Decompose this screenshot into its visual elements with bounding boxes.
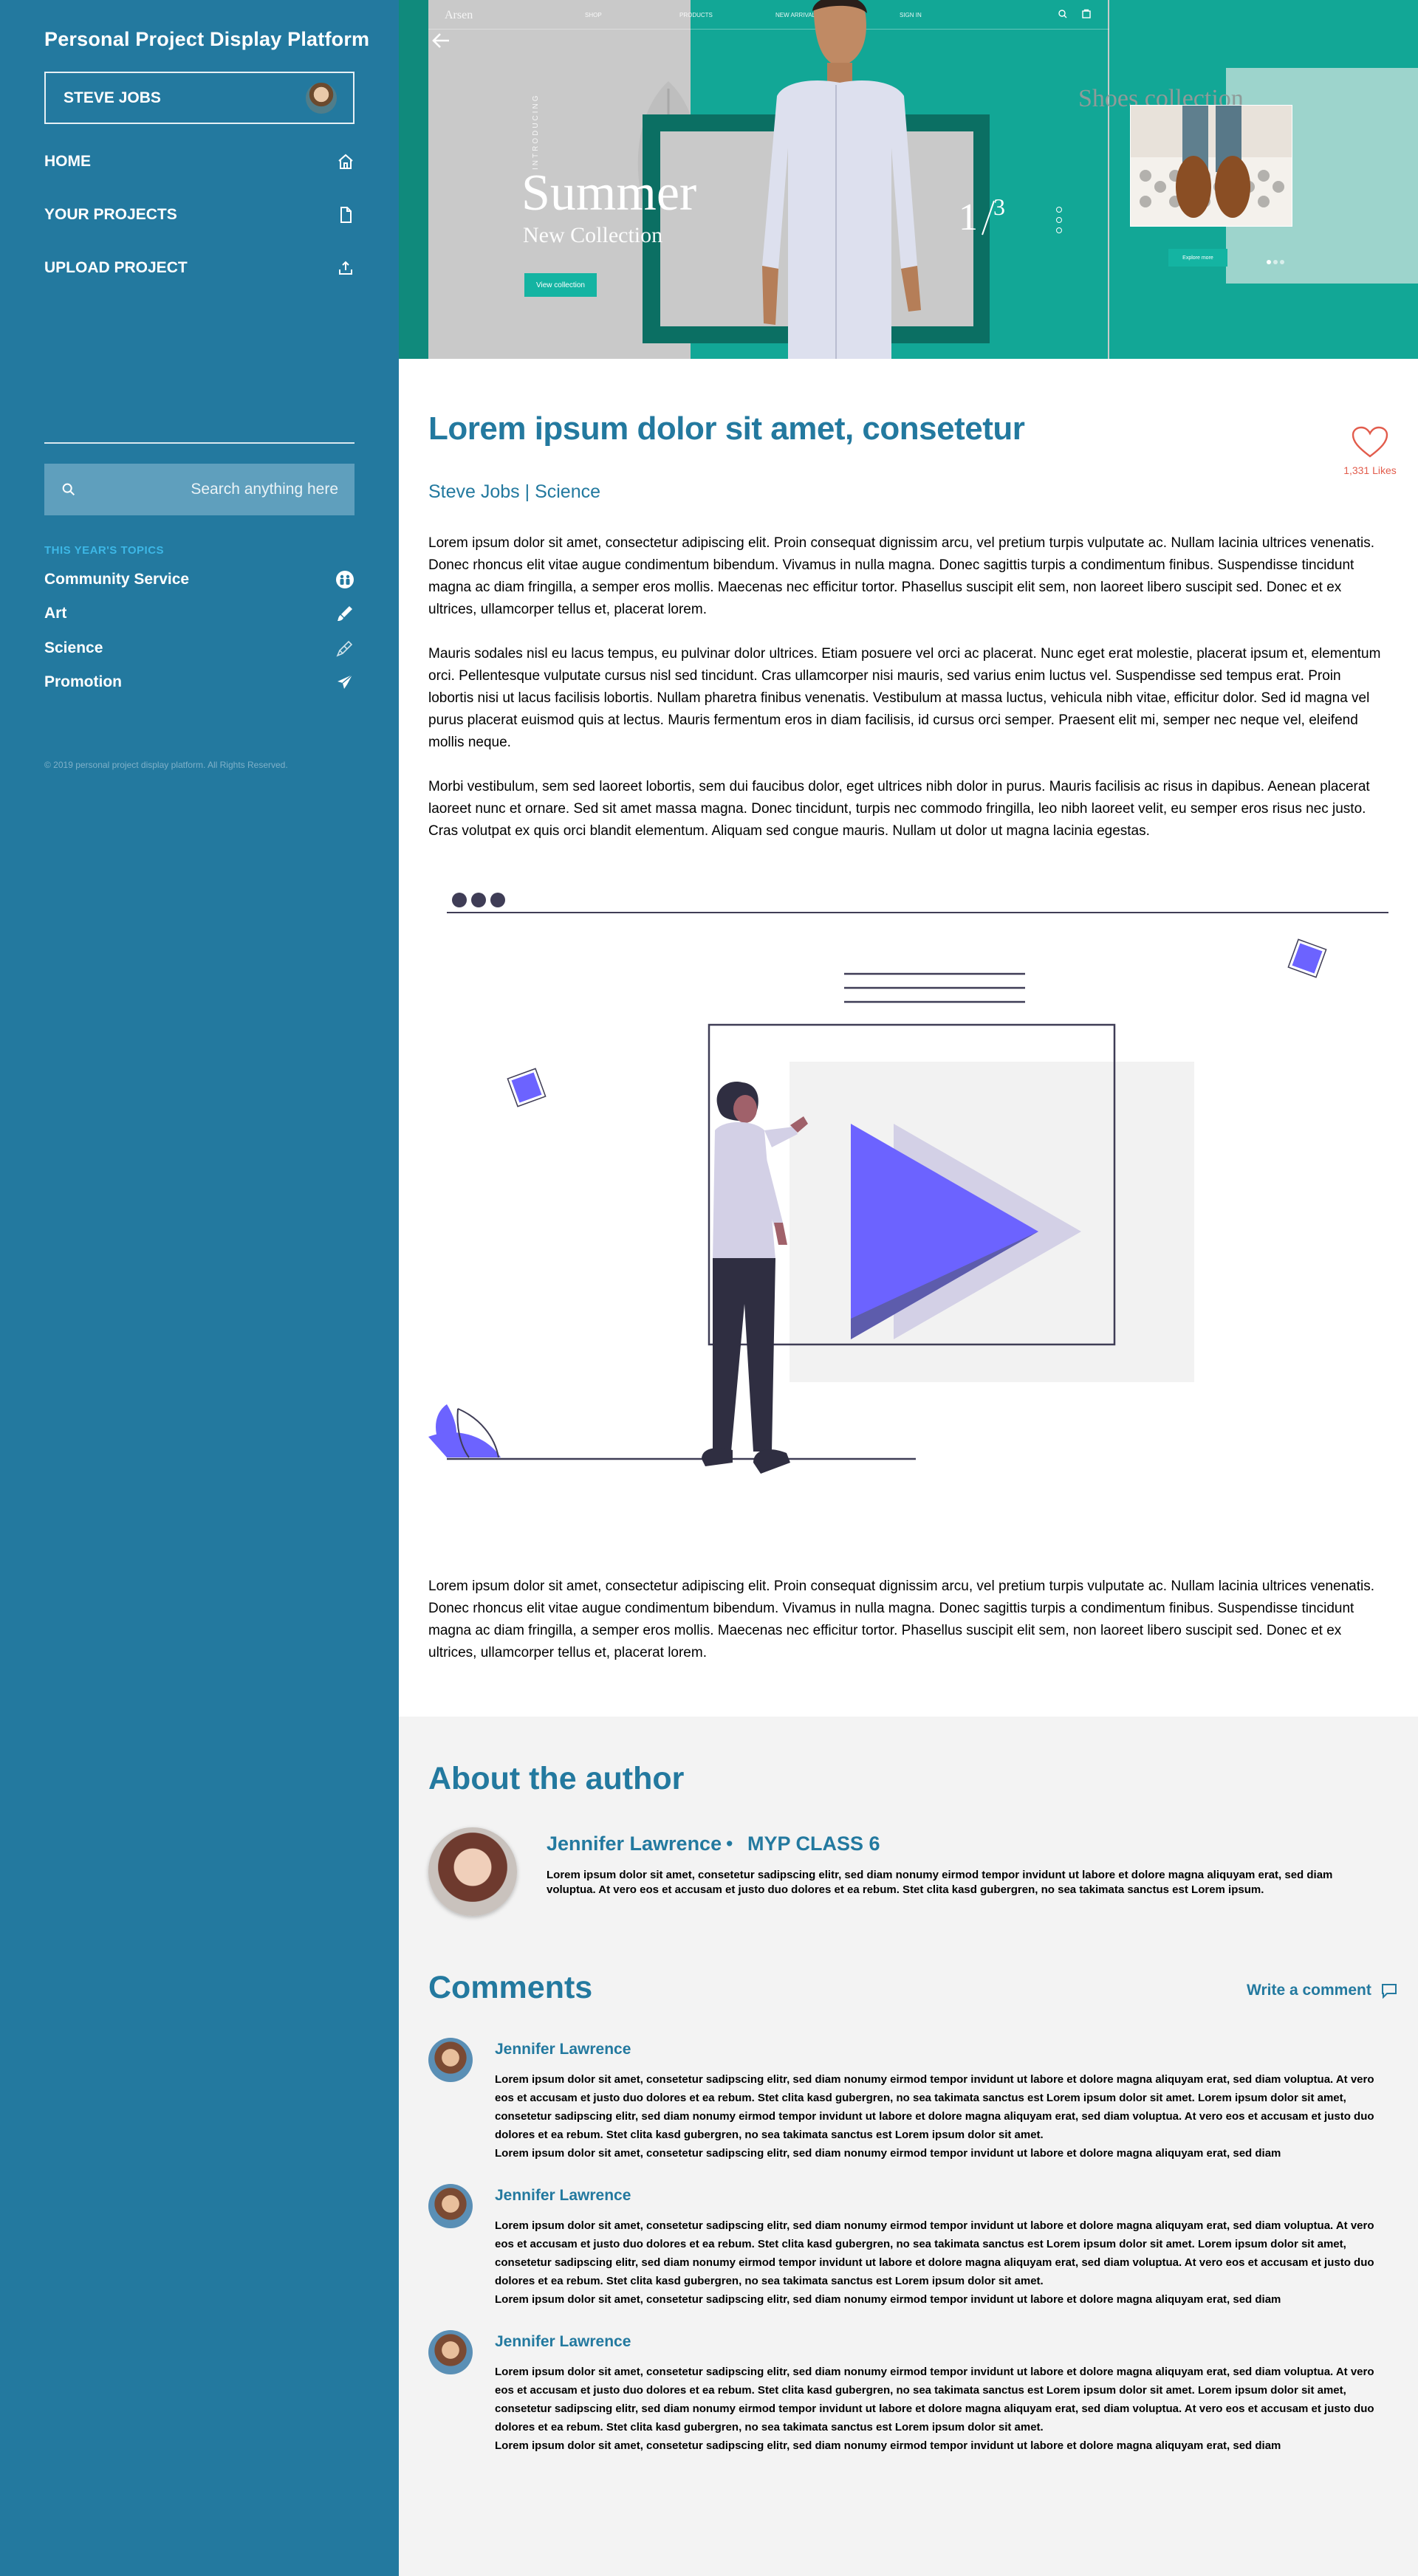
topic-label: Science	[44, 639, 103, 656]
nav-item-home[interactable]: HOME	[44, 150, 354, 174]
likes-count: 1,331 Likes	[1343, 464, 1397, 476]
comment-body-extra: Lorem ipsum dolor sit amet, consetetur s…	[495, 2439, 1281, 2452]
topic-art[interactable]: Art	[44, 602, 354, 625]
nav-item-label: UPLOAD PROJECT	[44, 259, 188, 276]
people-icon	[336, 571, 354, 588]
topics-heading: THIS YEAR'S TOPICS	[44, 544, 165, 557]
file-icon	[340, 207, 352, 223]
shoes-slider-dots	[1267, 255, 1287, 268]
comment-text: Lorem ipsum dolor sit amet, consetetur s…	[495, 2070, 1388, 2163]
article-paragraph: Lorem ipsum dolor sit amet, consectetur …	[428, 1579, 1374, 1660]
user-profile-box[interactable]: STEVE JOBS	[44, 72, 354, 124]
bag-icon	[1082, 9, 1091, 18]
comment-author[interactable]: Jennifer Lawrence	[495, 2041, 631, 2058]
avatar	[428, 2184, 473, 2228]
article-paragraph: Morbi vestibulum, sem sed laoreet lobort…	[428, 779, 1370, 839]
comment-author[interactable]: Jennifer Lawrence	[495, 2187, 631, 2205]
hero-link: SHOP	[585, 12, 602, 18]
back-arrow-icon[interactable]	[430, 30, 452, 52]
comment-body-extra: Lorem ipsum dolor sit amet, consetetur s…	[495, 2147, 1281, 2160]
byline[interactable]: Steve Jobs | Science	[428, 481, 600, 503]
author-class: MYP CLASS 6	[747, 1833, 880, 1855]
presentation-illustration	[428, 893, 1388, 1474]
sidebar: Personal Project Display Platform STEVE …	[0, 0, 399, 2576]
hero-slider-dots	[1056, 207, 1062, 238]
author-bio: Lorem ipsum dolor sit amet, consetetur s…	[547, 1869, 1333, 1896]
article-paragraph: Mauris sodales nisl eu lacus tempus, eu …	[428, 646, 1381, 750]
comment-text: Lorem ipsum dolor sit amet, consetetur s…	[495, 2216, 1388, 2309]
author-avatar	[428, 1827, 517, 1916]
write-comment-label: Write a comment	[1247, 1982, 1371, 1999]
home-icon	[338, 154, 353, 169]
like-button[interactable]: 1,331 Likes	[1333, 425, 1407, 476]
model-photo	[762, 0, 921, 359]
comment-body: Lorem ipsum dolor sit amet, consetetur s…	[495, 2366, 1374, 2434]
paper-plane-icon	[338, 674, 353, 689]
science-icon	[336, 640, 353, 657]
topic-label: Community Service	[44, 571, 190, 588]
hero-link: PRODUCTS	[679, 12, 713, 18]
explore-more-button: Explore more	[1168, 249, 1227, 267]
topic-community-service[interactable]: Community Service	[44, 569, 354, 591]
about-author-heading: About the author	[428, 1761, 685, 1796]
topic-science[interactable]: Science	[44, 637, 354, 659]
upload-icon	[339, 261, 352, 275]
topic-label: Promotion	[44, 673, 122, 690]
paint-icon	[338, 606, 352, 621]
topic-promotion[interactable]: Promotion	[44, 671, 354, 693]
author-separator: •	[726, 1833, 733, 1855]
search-input[interactable]: Search anything here	[44, 464, 354, 515]
article: Lorem ipsum dolor sit amet, consetetur 1…	[399, 359, 1418, 1717]
search-icon	[62, 483, 75, 496]
search-placeholder: Search anything here	[191, 481, 338, 498]
hero-strip	[399, 0, 428, 359]
copyright: © 2019 personal project display platform…	[44, 760, 288, 770]
avatar	[428, 2038, 473, 2082]
hero-subline: New Collection	[523, 223, 663, 247]
nav-item-your-projects[interactable]: YOUR PROJECTS	[44, 203, 354, 227]
article-paragraph: Lorem ipsum dolor sit amet, consectetur …	[428, 535, 1374, 617]
page-title: Lorem ipsum dolor sit amet, consetetur	[428, 411, 1025, 447]
brand-title[interactable]: Personal Project Display Platform	[44, 28, 369, 51]
comment-icon	[1381, 1984, 1397, 1999]
topic-label: Art	[44, 605, 67, 622]
comment-text: Lorem ipsum dolor sit amet, consetetur s…	[495, 2363, 1388, 2455]
comment-author[interactable]: Jennifer Lawrence	[495, 2333, 631, 2351]
shoes-illustration	[1131, 106, 1292, 226]
hero-logo: Arsen	[445, 9, 473, 21]
comment-body: Lorem ipsum dolor sit amet, consetetur s…	[495, 2073, 1374, 2141]
nav-item-label: HOME	[44, 153, 91, 170]
hero-page-total: 3	[993, 193, 1005, 220]
comment-body-extra: Lorem ipsum dolor sit amet, consetetur s…	[495, 2293, 1281, 2306]
author-name[interactable]: Jennifer Lawrence	[547, 1833, 722, 1855]
heart-icon	[1352, 426, 1388, 458]
comment-body: Lorem ipsum dolor sit amet, consetetur s…	[495, 2219, 1374, 2287]
search-icon	[1058, 10, 1067, 18]
user-name: STEVE JOBS	[64, 89, 161, 106]
comment-item: Jennifer Lawrence Lorem ipsum dolor sit …	[428, 2038, 1388, 2171]
nav-item-label: YOUR PROJECTS	[44, 206, 177, 223]
comments-heading: Comments	[428, 1970, 593, 2005]
hero-introducing: INTRODUCING	[532, 93, 540, 170]
hero-headline: Summer	[521, 165, 697, 221]
view-collection-button: View collection	[524, 273, 597, 297]
hero-page-number: 1	[959, 196, 978, 238]
sidebar-divider	[44, 442, 354, 444]
avatar	[306, 82, 337, 114]
comment-item: Jennifer Lawrence Lorem ipsum dolor sit …	[428, 2330, 1388, 2463]
comment-item: Jennifer Lawrence Lorem ipsum dolor sit …	[428, 2184, 1388, 2317]
shoes-photo	[1130, 105, 1292, 227]
nav-item-upload-project[interactable]: UPLOAD PROJECT	[44, 256, 354, 280]
hero-image: Arsen SHOP PRODUCTS NEW ARRIVALS SIGN IN…	[399, 0, 1418, 359]
avatar	[428, 2330, 473, 2374]
hero-mockup: Arsen SHOP PRODUCTS NEW ARRIVALS SIGN IN…	[428, 0, 1109, 359]
write-comment-button[interactable]: Write a comment	[1247, 1982, 1398, 1999]
